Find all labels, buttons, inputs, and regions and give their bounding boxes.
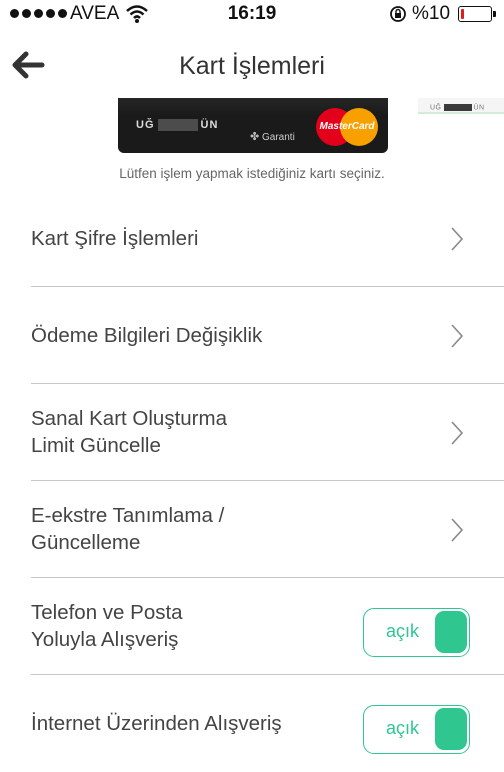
orientation-lock-icon — [390, 6, 406, 22]
battery-percent: %10 — [412, 3, 451, 24]
menu-item-label: Telefon ve Posta Yoluyla Alışveriş — [31, 601, 183, 651]
menu-item-telefon-posta: Telefon ve Posta Yoluyla Alışveriş açık — [0, 578, 504, 675]
battery-icon — [458, 6, 496, 22]
menu-item-label: Sanal Kart Oluşturma Limit Güncelle — [31, 407, 227, 457]
card-holder-name: UĞ ÜN — [136, 119, 219, 132]
menu-item-label: Kart Şifre İşlemleri — [31, 227, 199, 250]
menu-item-label: İnternet Üzerinden Alışveriş — [31, 712, 282, 735]
menu-item-e-ekstre[interactable]: E-ekstre Tanımlama / Güncelleme — [0, 481, 504, 578]
menu-item-odeme-bilgileri[interactable]: Ödeme Bilgileri Değişiklik — [0, 287, 504, 384]
redacted-block — [157, 119, 198, 132]
internet-alisveris-toggle[interactable]: açık — [363, 705, 470, 754]
chevron-right-icon — [451, 421, 464, 445]
page-title: Kart İşlemleri — [179, 52, 325, 80]
nav-bar: Kart İşlemleri — [0, 30, 504, 100]
next-card-holder-name: UĞ ÜN — [430, 104, 485, 112]
menu-item-kart-sifre[interactable]: Kart Şifre İşlemleri — [0, 190, 504, 287]
menu-item-sanal-kart[interactable]: Sanal Kart Oluşturma Limit Güncelle — [0, 384, 504, 481]
credit-card[interactable]: UĞ ÜN ✤ Garanti MasterCard — [118, 98, 388, 153]
toggle-label: açık — [386, 621, 420, 641]
chevron-right-icon — [451, 324, 464, 348]
card-select-hint: Lütfen işlem yapmak istediğiniz kartı se… — [119, 166, 385, 181]
toggle-knob — [435, 611, 467, 653]
redacted-block — [443, 104, 472, 111]
menu-item-label: Ödeme Bilgileri Değişiklik — [31, 324, 263, 347]
garanti-clover-icon: ✤ — [250, 131, 260, 143]
toggle-knob — [435, 708, 467, 750]
battery-level-fill — [461, 9, 464, 19]
toggle-label: açık — [386, 718, 420, 738]
status-bar: AVEA 16:19 %10 — [0, 0, 504, 30]
telefon-posta-toggle[interactable]: açık — [363, 608, 470, 657]
chevron-right-icon — [451, 518, 464, 542]
card-brand-label: MasterCard — [319, 121, 375, 132]
menu-item-internet-alisveris: İnternet Üzerinden Alışveriş açık — [0, 675, 504, 772]
chevron-right-icon — [451, 227, 464, 251]
menu-item-label: E-ekstre Tanımlama / Güncelleme — [31, 504, 225, 554]
bank-label: Garanti — [262, 132, 295, 143]
card-carousel[interactable]: UĞ ÜN ✤ Garanti MasterCard UĞ ÜN — [0, 98, 504, 156]
mastercard-logo: MasterCard — [316, 108, 378, 146]
